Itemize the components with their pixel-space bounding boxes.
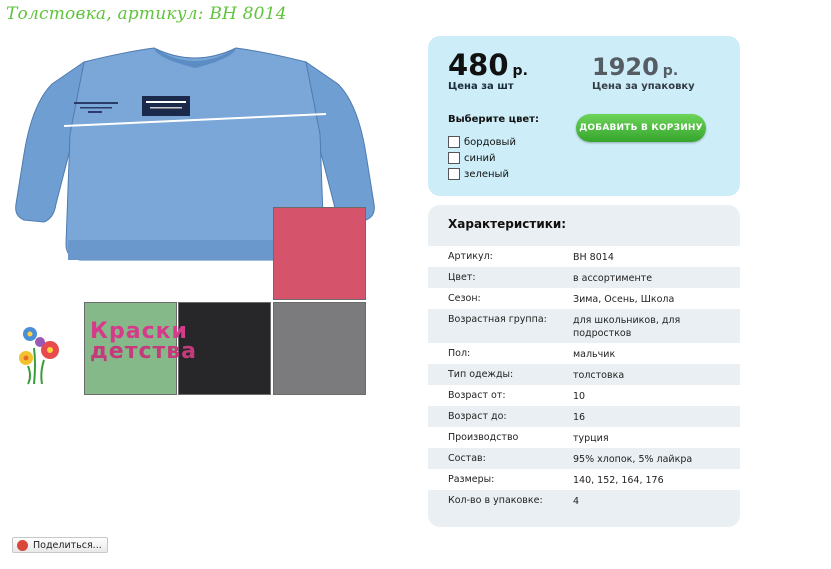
brand-line2: детства xyxy=(90,339,197,364)
table-row: Цвет: в ассортименте xyxy=(428,267,740,288)
brand-flowers-logo xyxy=(19,327,59,385)
table-row: Состав: 95% хлопок, 5% лайкра xyxy=(428,448,740,469)
row-key: Сезон: xyxy=(448,293,481,304)
color-option-label: зеленый xyxy=(464,168,509,180)
pack-price: 1920 р. xyxy=(592,54,678,84)
share-button[interactable]: Поделиться... xyxy=(12,537,108,553)
row-key: Пол: xyxy=(448,348,471,359)
table-row: Сезон: Зима, Осень, Школа xyxy=(428,288,740,309)
row-value: турция xyxy=(573,433,609,444)
share-label: Поделиться... xyxy=(33,539,102,551)
table-row: Возраст от: 10 xyxy=(428,385,740,406)
row-key: Возраст до: xyxy=(448,411,507,422)
row-value: толстовка xyxy=(573,370,625,381)
unit-price-currency: р. xyxy=(512,63,528,79)
table-row: Пол: мальчик xyxy=(428,343,740,364)
row-key: Производство xyxy=(448,432,519,443)
row-value: 10 xyxy=(573,391,586,402)
row-key: Кол-во в упаковке: xyxy=(448,495,543,506)
color-option-burgundy[interactable]: бордовый xyxy=(448,136,516,148)
row-key: Артикул: xyxy=(448,251,493,262)
unit-price-caption: Цена за шт xyxy=(448,81,514,92)
row-key: Возрастная группа: xyxy=(448,314,547,325)
color-option-blue[interactable]: синий xyxy=(448,152,496,164)
table-row: Кол-во в упаковке: 4 xyxy=(428,490,740,511)
color-option-green[interactable]: зеленый xyxy=(448,168,509,180)
table-row: Артикул: ВН 8014 xyxy=(428,246,740,267)
share-icon xyxy=(17,539,28,551)
color-option-label: синий xyxy=(464,152,496,164)
add-to-cart-button[interactable]: ДОБАВИТЬ В КОРЗИНУ xyxy=(576,114,706,142)
color-option-label: бордовый xyxy=(464,136,516,148)
color-checkbox-burgundy[interactable] xyxy=(448,136,460,148)
row-value: 4 xyxy=(573,496,580,507)
color-checkbox-green[interactable] xyxy=(448,168,460,180)
table-row: Размеры: 140, 152, 164, 176 xyxy=(428,469,740,490)
row-value: в ассортименте xyxy=(573,273,653,284)
row-key: Состав: xyxy=(448,453,486,464)
row-value: 95% хлопок, 5% лайкра xyxy=(573,454,693,465)
characteristics-table: Артикул: ВН 8014 Цвет: в ассортименте Се… xyxy=(428,246,740,511)
price-panel: 480 р. Цена за шт 1920 р. Цена за упаковку… xyxy=(428,36,740,196)
row-value: 140, 152, 164, 176 xyxy=(573,475,664,486)
swatch-pink[interactable] xyxy=(273,207,366,300)
pack-price-currency: р. xyxy=(662,63,679,79)
characteristics-heading: Характеристики: xyxy=(448,217,567,231)
row-key: Размеры: xyxy=(448,474,495,485)
row-key: Цвет: xyxy=(448,272,476,283)
page-title: Толстовка, артикул: ВН 8014 xyxy=(6,4,287,24)
brand-logo-text: Краски детства xyxy=(90,321,197,364)
color-select-heading: Выберите цвет: xyxy=(448,114,539,125)
row-key: Тип одежды: xyxy=(448,369,514,380)
unit-price-value: 480 xyxy=(448,48,509,82)
color-checkbox-blue[interactable] xyxy=(448,152,460,164)
characteristics-panel: Характеристики: Артикул: ВН 8014 Цвет: в… xyxy=(428,205,740,527)
pack-price-value: 1920 xyxy=(592,53,659,81)
row-value: Зима, Осень, Школа xyxy=(573,294,675,305)
pack-price-caption: Цена за упаковку xyxy=(592,81,695,92)
table-row: Возрастная группа: для школьников, для п… xyxy=(428,309,740,343)
swatch-grey[interactable] xyxy=(273,302,366,395)
table-row: Тип одежды: толстовка xyxy=(428,364,740,385)
table-row: Производство турция xyxy=(428,427,740,448)
row-value: ВН 8014 xyxy=(573,252,614,263)
row-value: мальчик xyxy=(573,349,616,360)
table-row: Возраст до: 16 xyxy=(428,406,740,427)
row-key: Возраст от: xyxy=(448,390,506,401)
row-value: 16 xyxy=(573,412,586,423)
row-value: для школьников, для подростков xyxy=(573,315,681,339)
